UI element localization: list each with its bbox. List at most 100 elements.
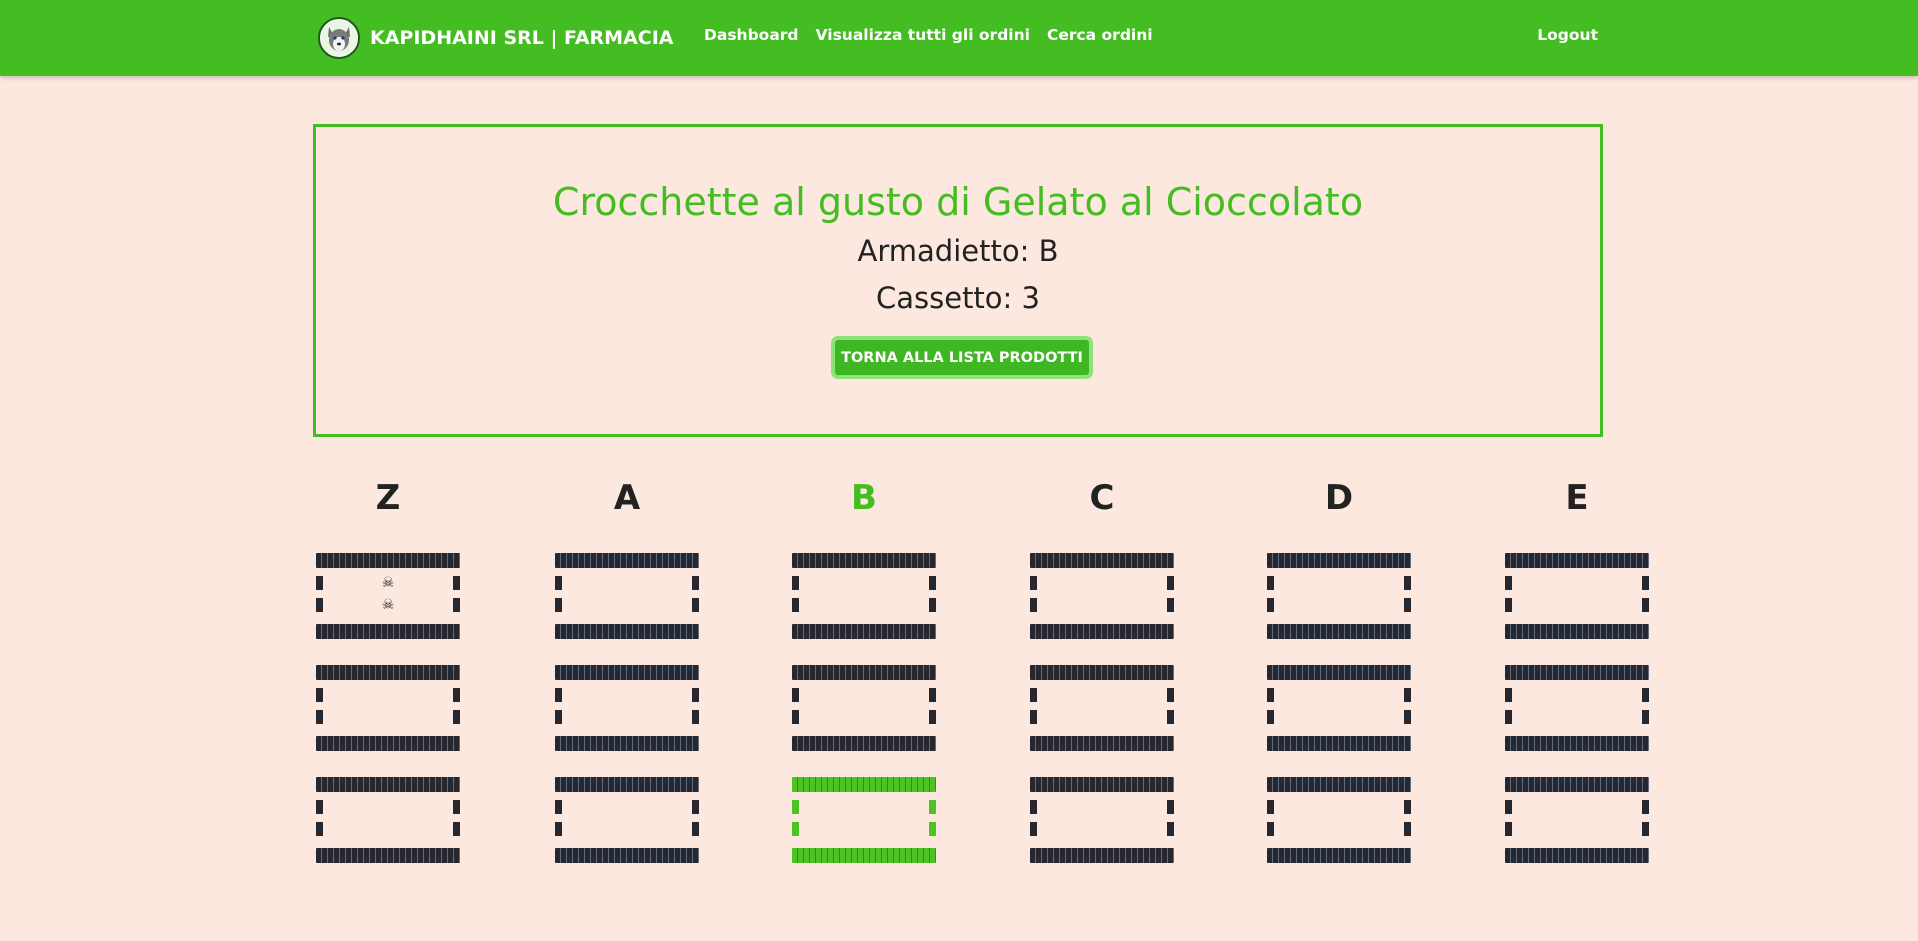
drawer-b-1[interactable]: [792, 553, 936, 639]
drawer-side: [1030, 598, 1037, 612]
drawer-d-3[interactable]: [1267, 777, 1411, 863]
drawer-rail: [792, 777, 936, 792]
drawer-side: [1167, 598, 1174, 612]
cabinet-label: B: [851, 478, 877, 518]
drawer-info: Cassetto: 3: [875, 281, 1040, 315]
drawer-side: [555, 688, 562, 702]
drawer-rail: [1505, 624, 1649, 639]
drawer-side: [1642, 688, 1649, 702]
drawer-side: [1505, 576, 1512, 590]
drawer-e-3[interactable]: [1505, 777, 1649, 863]
drawer-side: [1642, 800, 1649, 814]
drawer-side: [1030, 576, 1037, 590]
drawer-side: [453, 598, 460, 612]
drawer-rail: [1267, 848, 1411, 863]
drawer-side: [555, 710, 562, 724]
drawer-rail: [316, 553, 460, 568]
drawer-side: [1505, 822, 1512, 836]
brand[interactable]: KAPIDHAINI SRL | FARMACIA: [318, 16, 674, 60]
drawer-b-2[interactable]: [792, 665, 936, 751]
drawer-rail: [1030, 624, 1174, 639]
drawer-rail: [1030, 665, 1174, 680]
drawer-z-3[interactable]: [316, 777, 460, 863]
drawer-side: [1267, 710, 1274, 724]
drawer-side: [1030, 822, 1037, 836]
drawer-side: [1642, 598, 1649, 612]
drawer-side: [1267, 800, 1274, 814]
drawer-side: [555, 822, 562, 836]
drawer-b-3[interactable]: [792, 777, 936, 863]
drawer-d-2[interactable]: [1267, 665, 1411, 751]
drawer-side: [929, 800, 936, 814]
drawer-rail: [555, 848, 699, 863]
drawer-side: [1404, 710, 1411, 724]
brand-name: KAPIDHAINI SRL | FARMACIA: [370, 27, 674, 49]
drawer-rail: [555, 736, 699, 751]
drawer-side: [1404, 822, 1411, 836]
cabinet-label: A: [613, 478, 641, 518]
nav-dashboard[interactable]: Dashboard: [704, 26, 799, 44]
drawer-side: [1404, 576, 1411, 590]
drawer-rail: [792, 736, 936, 751]
drawer-side: [1167, 688, 1174, 702]
drawer-a-1[interactable]: [555, 553, 699, 639]
drawer-side: [1030, 800, 1037, 814]
product-title: Crocchette al gusto di Gelato al Cioccol…: [552, 180, 1364, 224]
drawer-side: [555, 800, 562, 814]
drawer-z-2[interactable]: [316, 665, 460, 751]
cabinet-c-header: C: [1022, 476, 1182, 520]
cabinet-a-header: A: [547, 476, 707, 520]
logout-link[interactable]: Logout: [1537, 26, 1598, 44]
drawer-side: [929, 710, 936, 724]
main-nav: Dashboard Visualizza tutti gli ordini Ce…: [704, 26, 1170, 44]
drawer-e-1[interactable]: [1505, 553, 1649, 639]
drawer-side: [1167, 710, 1174, 724]
drawer-rail: [1267, 624, 1411, 639]
back-to-products-button[interactable]: TORNA ALLA LISTA PRODOTTI: [831, 336, 1093, 379]
drawer-c-1[interactable]: [1030, 553, 1174, 639]
drawer-side: [453, 822, 460, 836]
drawer-side: [929, 576, 936, 590]
drawer-side: [792, 576, 799, 590]
drawer-rail: [316, 777, 460, 792]
drawer-e-2[interactable]: [1505, 665, 1649, 751]
nav-search-orders[interactable]: Cerca ordini: [1047, 26, 1153, 44]
drawer-side: [692, 688, 699, 702]
drawer-side: [929, 688, 936, 702]
drawer-rail: [316, 624, 460, 639]
drawer-a-3[interactable]: [555, 777, 699, 863]
drawer-side: [316, 598, 323, 612]
drawer-c-2[interactable]: [1030, 665, 1174, 751]
drawer-side: [1404, 598, 1411, 612]
drawer-side: [692, 598, 699, 612]
drawer-side: [1267, 822, 1274, 836]
drawer-rail: [1030, 553, 1174, 568]
drawer-side: [692, 822, 699, 836]
drawer-z-1[interactable]: ☠ ☠: [316, 553, 460, 639]
drawer-d-1[interactable]: [1267, 553, 1411, 639]
skull-icon: ☠: [381, 597, 395, 613]
husky-dog-logo-icon: [318, 17, 360, 59]
cabinet-label: E: [1565, 478, 1589, 518]
drawer-side: [792, 800, 799, 814]
drawer-a-2[interactable]: [555, 665, 699, 751]
drawer-side: [316, 800, 323, 814]
drawer-side: [792, 710, 799, 724]
drawer-rail: [792, 553, 936, 568]
drawer-c-3[interactable]: [1030, 777, 1174, 863]
drawer-side: [1030, 710, 1037, 724]
drawer-side: [1642, 710, 1649, 724]
cabinet-label: Z: [375, 478, 401, 518]
drawer-side: [316, 688, 323, 702]
drawer-side: [929, 822, 936, 836]
drawer-rail: [792, 848, 936, 863]
drawer-side: [555, 598, 562, 612]
nav-all-orders[interactable]: Visualizza tutti gli ordini: [816, 26, 1030, 44]
drawer-rail: [316, 736, 460, 751]
cabinet-d-header: D: [1259, 476, 1419, 520]
drawer-side: [1404, 688, 1411, 702]
drawer-side: [316, 822, 323, 836]
drawer-side: [1030, 688, 1037, 702]
drawer-side: [1167, 576, 1174, 590]
drawer-side: [555, 576, 562, 590]
